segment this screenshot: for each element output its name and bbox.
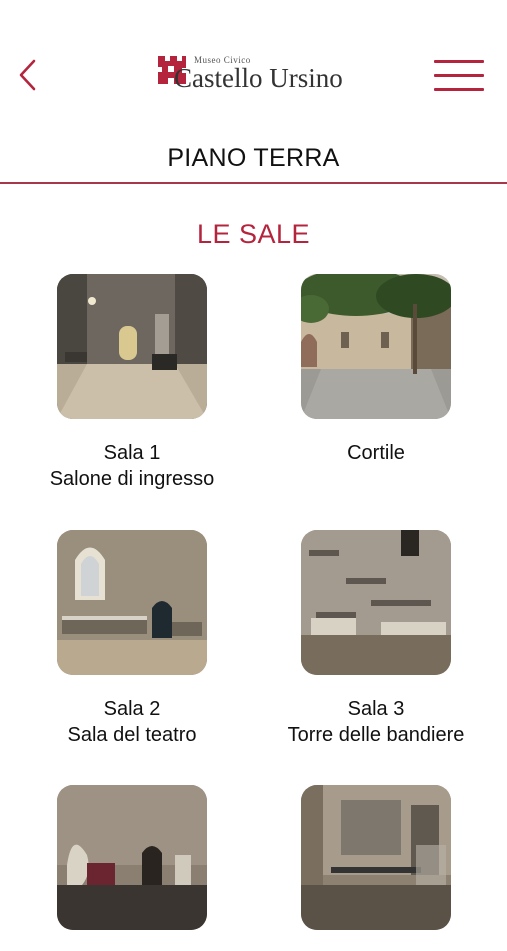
room-label: Cortile xyxy=(261,440,491,466)
room-card-cortile[interactable]: Cortile xyxy=(261,274,491,466)
room-card-5[interactable] xyxy=(17,785,247,951)
room-name: Sala del teatro xyxy=(67,724,197,746)
room-thumbnail[interactable] xyxy=(301,785,451,930)
room-label: Sala 1 Salone di ingresso xyxy=(17,440,247,492)
room-name: Salone di ingresso xyxy=(49,468,215,490)
room-number: Sala 1 xyxy=(103,442,161,464)
chevron-left-icon xyxy=(19,59,36,91)
room-card-sala-2[interactable]: Sala 2 Sala del teatro xyxy=(17,530,247,748)
museum-logo: Museo Civico Castello Ursino xyxy=(156,52,356,96)
room-thumbnail[interactable] xyxy=(301,274,451,419)
room-number: Sala 3 xyxy=(347,698,405,720)
floor-title: PIANO TERRA xyxy=(167,144,340,172)
room-name: Torre delle bandiere xyxy=(287,724,465,746)
section-title: LE SALE xyxy=(196,219,311,249)
room-label: Sala 3 Torre delle bandiere xyxy=(261,696,491,748)
room-thumbnail[interactable] xyxy=(301,530,451,675)
room-card-sala-3[interactable]: Sala 3 Torre delle bandiere xyxy=(261,530,491,748)
divider xyxy=(0,182,507,184)
hamburger-icon-line xyxy=(434,88,484,91)
room-card-6[interactable] xyxy=(261,785,491,951)
hamburger-icon-line xyxy=(434,74,484,77)
logo-title: Castello Ursino xyxy=(174,63,343,93)
room-number: Cortile xyxy=(347,442,405,464)
room-thumbnail[interactable] xyxy=(57,274,207,419)
back-button[interactable] xyxy=(14,58,42,92)
app-header: Museo Civico Castello Ursino xyxy=(0,0,507,130)
room-card-sala-1[interactable]: Sala 1 Salone di ingresso xyxy=(17,274,247,492)
room-number: Sala 2 xyxy=(103,698,161,720)
room-thumbnail[interactable] xyxy=(57,785,207,930)
hamburger-icon-line xyxy=(434,60,484,63)
room-thumbnail[interactable] xyxy=(57,530,207,675)
menu-button[interactable] xyxy=(434,58,486,94)
room-label: Sala 2 Sala del teatro xyxy=(17,696,247,748)
